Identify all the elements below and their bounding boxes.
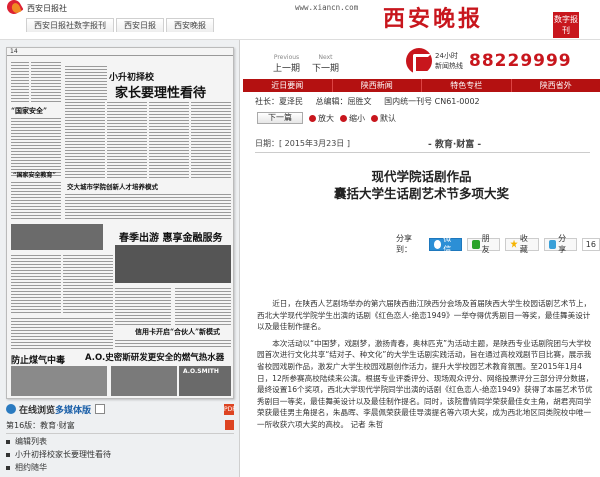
pdf-download-icon[interactable]: PDF xyxy=(224,403,236,415)
list-item[interactable]: 编辑列表 xyxy=(6,435,234,448)
section-nav: 近日要闻 陕西新闻 特色专栏 陕西省外 xyxy=(243,79,600,92)
zoom-out-label: 缩小 xyxy=(349,113,365,123)
media-icon[interactable] xyxy=(95,404,106,414)
nav-item-outside-shaanxi[interactable]: 陕西省外 xyxy=(512,79,600,92)
default-size-label: 默认 xyxy=(380,113,396,123)
paper-headline-4: 春季出游 惠享金融服务 xyxy=(119,233,223,244)
tab-xian-evening[interactable]: 西安晚报 xyxy=(166,18,214,32)
top-bar: 西安日报社 西安日报社数字报刊 西安日报 西安晚报 www.xiancn.com… xyxy=(0,0,600,40)
tab-xian-daily[interactable]: 西安日报 xyxy=(116,18,164,32)
flame-logo-icon xyxy=(4,0,24,17)
zoom-in-icon xyxy=(309,114,316,122)
site-tabs: 西安日报社数字报刊 西安日报 西安晚报 xyxy=(26,18,214,32)
paper-ad-brand: A.O.SMITH xyxy=(183,368,219,375)
zoom-in-button[interactable]: 放大 xyxy=(309,113,334,124)
site-url[interactable]: www.xiancn.com xyxy=(295,3,358,12)
share-moments-button[interactable]: 朋友 xyxy=(466,234,501,254)
share-favorite-label: 收藏 xyxy=(519,234,528,254)
bullet-icon xyxy=(6,439,10,444)
article-date: 日期：[ 2015年3月23日 ] xyxy=(255,139,350,148)
list-item-label: 相约随华 xyxy=(15,463,47,472)
globe-icon xyxy=(6,404,16,414)
list-item[interactable]: 相约随华 xyxy=(6,461,234,474)
share-more-button[interactable]: 分享 xyxy=(543,234,577,254)
edition-pdf-icon[interactable] xyxy=(225,420,234,430)
edition-header: 第16版：教育·财富 xyxy=(6,420,234,434)
paper-headline-5: 防止煤气中毒 xyxy=(11,356,66,366)
next-en-label: Next xyxy=(318,54,333,61)
zoom-out-icon xyxy=(340,114,347,122)
article-title-line-2: 囊括大学生话剧艺术节多项大奖 xyxy=(333,186,509,201)
article-panel: Previous 上一期 Next 下一期 24小时 新闻热线 88229999… xyxy=(243,40,600,477)
news-hotline: 24小时 新闻热线 88229999 xyxy=(406,48,572,74)
nav-item-shaanxi-news[interactable]: 陕西新闻 xyxy=(333,79,422,92)
previous-issue-button[interactable]: Previous 上一期 xyxy=(273,54,300,74)
newspaper-page-thumbnail[interactable]: 14 “国家安全” “国家安全教育” 小升初择校 家长要理性看待 交大城市学院创… xyxy=(6,47,234,399)
share-favorite-button[interactable]: 收藏 xyxy=(505,234,539,254)
paper-headline-6: A.O.史密斯研发更安全的燃气热水器 xyxy=(85,353,225,363)
next-issue-button[interactable]: Next 下一期 xyxy=(312,54,339,74)
brand-title: 西安晚报 xyxy=(383,6,484,32)
default-size-icon xyxy=(371,114,378,122)
read-online-label: 在线浏览 xyxy=(19,405,56,416)
previous-cn-label: 上一期 xyxy=(273,64,301,74)
article-body: 近日，在陕西人艺剧场举办的第六届陕西曲江陕西分会场及首届陕西大学生校园话剧艺术节… xyxy=(257,298,594,436)
site-logo[interactable]: 西安日报社 xyxy=(4,0,80,17)
nav-item-special-columns[interactable]: 特色专栏 xyxy=(422,79,512,92)
zoom-in-label: 放大 xyxy=(318,113,334,123)
masthead-info: 社长：夏泽民 总编辑：屈胜文 国内统一刊号 CN61-0002 xyxy=(255,96,595,107)
share-count: 16 xyxy=(581,237,600,251)
site-name: 西安日报社 xyxy=(27,3,67,13)
article-tools: 下一篇 放大 缩小 默认 xyxy=(257,112,396,124)
list-item-label: 编辑列表 xyxy=(15,437,47,446)
paper-headline-2: 家长要理性看待 xyxy=(115,86,207,101)
zoom-out-button[interactable]: 缩小 xyxy=(340,113,365,124)
article-paragraph: 本次活动以“中国梦，戏剧梦，激扬青春，奥林匹克”为活动主题，是陕西专业话剧院团与… xyxy=(257,338,594,429)
left-panel: 14 “国家安全” “国家安全教育” 小升初择校 家长要理性看待 交大城市学院创… xyxy=(0,40,240,477)
president-label: 社长：夏泽民 xyxy=(255,97,303,106)
hotline-number: 88229999 xyxy=(469,51,572,71)
star-icon xyxy=(510,239,518,248)
chief-editor-label: 总编辑：屈胜文 xyxy=(315,97,372,106)
paper-headline-3: 交大城市学院创新人才培养模式 xyxy=(67,183,158,191)
brand-logo: 西安晚报 xyxy=(383,3,535,35)
next-article-button[interactable]: 下一篇 xyxy=(257,112,303,124)
issue-pager: Previous 上一期 Next 下一期 xyxy=(273,54,339,74)
page-root: 西安日报社 西安日报社数字报刊 西安日报 西安晚报 www.xiancn.com… xyxy=(0,0,600,477)
online-multimedia-bar[interactable]: 在线浏览多媒体版 PDF xyxy=(6,402,236,416)
tab-digital-papers[interactable]: 西安日报社数字报刊 xyxy=(26,18,114,32)
share-wechat-label: 微信 xyxy=(443,234,452,254)
bullet-icon xyxy=(6,452,10,457)
article-list: 编辑列表 小升初择校家长要理性看待 相约随华 xyxy=(6,435,234,474)
article-title: 现代学院话剧作品 囊括大学生话剧艺术节多项大奖 xyxy=(243,168,600,202)
share-bar: 分享到： 微信 朋友 收藏 分享 16 xyxy=(396,233,600,255)
hotline-label: 24小时 新闻热线 xyxy=(435,52,463,70)
digital-edition-badge: 数字报刊 xyxy=(553,12,579,38)
phone-icon xyxy=(406,48,432,74)
share-icon xyxy=(548,239,557,249)
moments-icon xyxy=(471,239,480,249)
share-label: 分享到： xyxy=(396,234,412,254)
share-moments-label: 朋友 xyxy=(481,234,490,254)
paper-page-number: 14 xyxy=(7,48,233,56)
article-section: - 教育·财富 - xyxy=(427,140,482,150)
article-date-row: 日期：[ 2015年3月23日 ] - 教育·财富 - xyxy=(255,137,590,153)
article-paragraph: 近日，在陕西人艺剧场举办的第六届陕西曲江陕西分会场及首届陕西大学生校园话剧艺术节… xyxy=(257,299,592,332)
issn-label: 国内统一刊号 CN61-0002 xyxy=(384,97,480,106)
share-more-label: 分享 xyxy=(558,234,567,254)
default-size-button[interactable]: 默认 xyxy=(371,113,396,124)
next-cn-label: 下一期 xyxy=(312,64,340,74)
multimedia-label: 多媒体版 xyxy=(55,405,92,416)
nav-item-recent-news[interactable]: 近日要闻 xyxy=(243,79,333,92)
list-item-label: 小升初择校家长要理性看待 xyxy=(15,450,111,459)
article-title-line-1: 现代学院话剧作品 xyxy=(371,169,472,184)
edition-label: 第16版：教育·财富 xyxy=(6,421,75,430)
share-wechat-button[interactable]: 微信 xyxy=(428,234,462,254)
list-item[interactable]: 小升初择校家长要理性看待 xyxy=(6,448,234,461)
bullet-icon xyxy=(6,465,10,470)
previous-en-label: Previous xyxy=(273,54,300,61)
paper-headline-7: 信用卡开启“合伙人”新模式 xyxy=(135,327,221,336)
wechat-icon xyxy=(433,239,442,249)
